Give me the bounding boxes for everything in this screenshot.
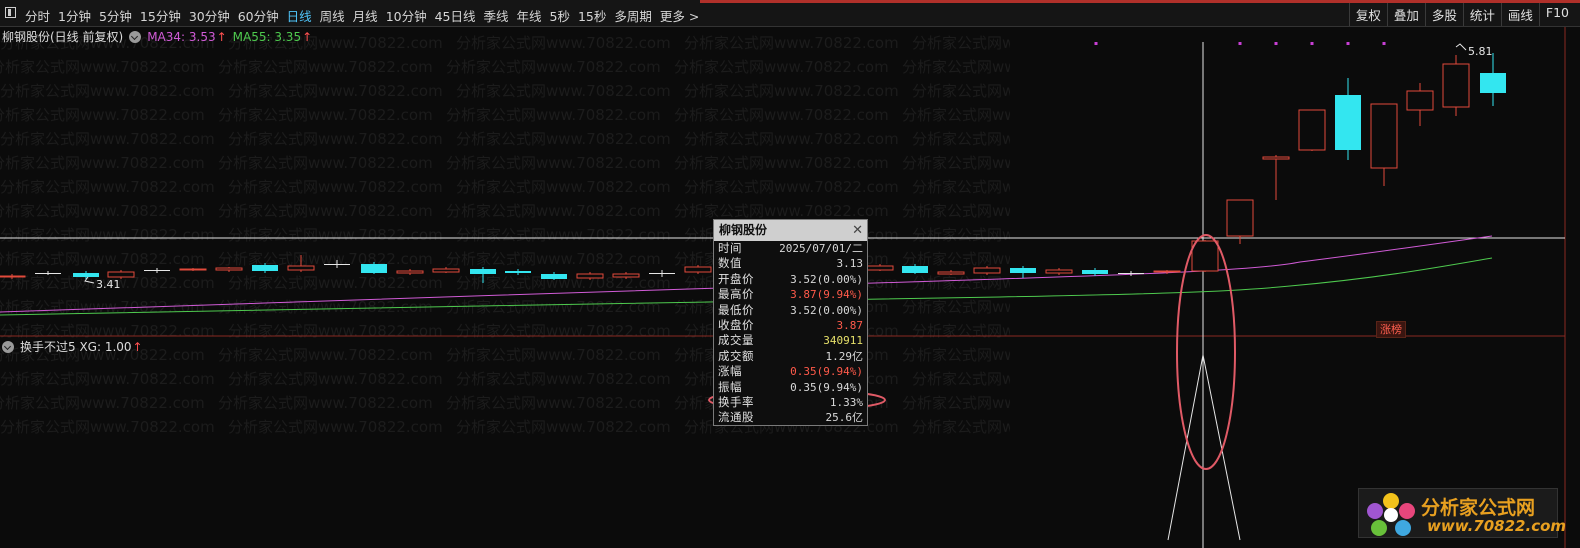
tooltip-row-value: 3.87(9.94%)	[790, 288, 863, 302]
tooltip-row-label: 流通股	[718, 410, 754, 425]
limit-up-dot	[1274, 42, 1278, 45]
tooltip-row: 收盘价 3.87	[714, 318, 867, 333]
candle	[1191, 240, 1219, 272]
tooltip-row-label: 收盘价	[718, 317, 754, 332]
tooltip-row-value: 0.35(9.94%)	[790, 365, 863, 379]
candle	[1226, 199, 1254, 244]
tooltip-row-label: 时间	[718, 241, 742, 255]
tooltip-title: 柳钢股份	[719, 223, 768, 237]
candle	[1262, 155, 1290, 200]
tooltip-row-value: 0.35(9.94%)	[790, 380, 863, 394]
tooltip-row-label: 成交额	[718, 348, 754, 363]
candle	[541, 272, 567, 280]
candle	[505, 269, 531, 275]
tooltip-row-label: 开盘价	[718, 271, 754, 286]
tooltip-row-value: 3.52(0.00%)	[790, 303, 863, 317]
data-tooltip: 柳钢股份 ✕ 时间 2025/07/01/二数值 3.13 开盘价 3.52(0.00%…	[713, 219, 868, 426]
limit-up-dot	[1310, 42, 1314, 45]
tooltip-row-value: 340911	[823, 334, 863, 348]
tooltip-row: 时间 2025/07/01/二	[714, 241, 867, 256]
tooltip-row-value: 25.6亿	[825, 411, 864, 425]
candle	[1118, 271, 1144, 276]
candle	[866, 264, 894, 271]
low-marker: 3.41	[84, 276, 121, 291]
logo-url: www.70822.com	[1427, 517, 1567, 535]
tooltip-row: 开盘价 3.52(0.00%)	[714, 272, 867, 287]
candle	[1298, 109, 1326, 151]
tooltip-row-value: 2025/07/01/二	[779, 242, 863, 255]
tooltip-row-label: 成交量	[718, 333, 754, 348]
candle	[215, 267, 243, 272]
low-marker-label: 3.41	[96, 278, 121, 291]
tooltip-row-label: 最高价	[718, 287, 754, 302]
candle	[1010, 266, 1036, 278]
tooltip-row: 最低价 3.52(0.00%)	[714, 303, 867, 318]
tooltip-row: 流通股 25.6亿	[714, 410, 867, 425]
candle	[973, 266, 1001, 275]
candle	[35, 271, 61, 275]
candle	[902, 264, 928, 274]
high-marker: 5.81	[1455, 43, 1493, 58]
tooltip-row-value: 1.29亿	[825, 349, 864, 363]
candle	[470, 267, 496, 283]
tooltip-header: 柳钢股份 ✕	[714, 220, 867, 241]
candle	[179, 268, 207, 271]
tooltip-row-label: 最低价	[718, 302, 754, 317]
candle	[0, 274, 26, 279]
candle	[287, 255, 315, 272]
tooltip-row: 振幅 0.35(9.94%)	[714, 380, 867, 395]
candle	[1045, 268, 1073, 275]
candle	[1406, 83, 1434, 126]
candle	[361, 262, 387, 274]
tooltip-row: 成交额 1.29亿	[714, 349, 867, 364]
limit-up-dot	[1094, 42, 1098, 45]
candle	[252, 263, 278, 273]
site-logo: 分析家公式网 www.70822.com	[1358, 488, 1566, 538]
candle	[1480, 53, 1506, 106]
candle	[396, 269, 424, 275]
close-icon[interactable]: ✕	[852, 220, 863, 241]
tooltip-row: 成交量 340911	[714, 333, 867, 348]
candle	[1335, 78, 1361, 160]
tooltip-row: 数值 3.13	[714, 256, 867, 271]
limit-up-badge: 涨榜	[1376, 321, 1406, 338]
tooltip-rows: 时间 2025/07/01/二数值 3.13 开盘价 3.52(0.00%) 最高价 3.8…	[714, 241, 867, 426]
limit-up-dot	[1238, 42, 1242, 45]
tooltip-row: 涨幅 0.35(9.94%)	[714, 364, 867, 379]
tooltip-row-label: 振幅	[718, 379, 742, 394]
limit-up-dot	[1382, 42, 1386, 45]
candle	[324, 260, 350, 268]
candle	[937, 270, 965, 275]
tooltip-row-value: 3.87	[836, 318, 864, 332]
candle	[144, 268, 170, 273]
tooltip-row-value: 3.52(0.00%)	[790, 272, 863, 286]
candle	[1082, 268, 1108, 276]
tooltip-row-label: 数值	[718, 256, 742, 271]
limit-up-dot	[1346, 42, 1350, 45]
candle	[576, 272, 604, 280]
tooltip-row-label: 换手率	[718, 394, 754, 409]
candle	[684, 265, 712, 274]
logo-name: 分析家公式网	[1421, 497, 1536, 519]
candle	[649, 270, 675, 277]
flower-logo-icon	[1367, 493, 1415, 536]
tooltip-row: 最高价 3.87(9.94%)	[714, 287, 867, 302]
tooltip-row: 换手率 1.33%	[714, 395, 867, 410]
tooltip-row-value: 1.33%	[829, 395, 863, 409]
candle	[612, 272, 640, 279]
candle	[1442, 55, 1470, 116]
candle	[1370, 103, 1398, 186]
candle	[432, 267, 460, 273]
high-marker-label: 5.81	[1468, 45, 1493, 58]
tooltip-row-label: 涨幅	[718, 364, 742, 379]
tooltip-row-value: 3.13	[836, 257, 864, 271]
